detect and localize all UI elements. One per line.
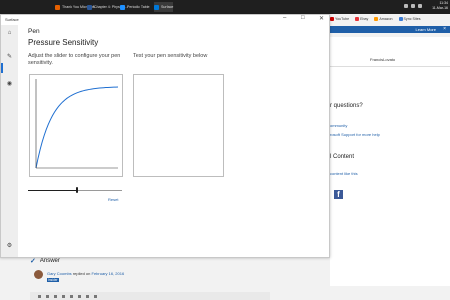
learn-more-banner: Learn More × [330,26,450,33]
app-icon [154,4,159,10]
divider [330,66,450,67]
bookmark-icon [398,17,403,22]
avatar[interactable] [34,270,43,279]
community-link[interactable]: ommunity [330,123,347,128]
bookmark-icon [355,17,360,22]
pen-icon[interactable]: ✎ [6,54,13,61]
bookmark-item[interactable]: Sync Sites [398,17,421,22]
bookmark-item[interactable]: Ebay [355,17,369,22]
minimize-button[interactable]: – [283,15,286,21]
system-tray-icons[interactable] [404,4,422,8]
status-badge: Insider [47,278,59,282]
formatting-toolbar[interactable] [30,292,270,300]
pressure-slider[interactable] [28,187,122,193]
close-button[interactable]: ✕ [319,15,324,22]
bookmark-icon [374,17,379,22]
taskbar: Thank You Microsoft... Chapter 4: Physica… [0,0,450,14]
support-link[interactable]: rosoft Support for more help [330,132,380,137]
bookmark-item[interactable]: Amazon [374,17,393,22]
taskbar-app-label: Surface [161,5,174,9]
bookmarks-bar: YouTube Ebay Amazon Sync Sites [330,17,421,22]
replied-text: replied on [72,271,91,276]
pen-test-area[interactable] [133,74,224,177]
system-clock[interactable]: 11:34 11-Mar-16 [432,1,448,11]
bookmark-label: Amazon [379,17,393,21]
section-title: Pressure Sensitivity [28,38,99,47]
clock-date: 11-Mar-16 [432,6,448,10]
slider-thumb[interactable] [75,187,79,193]
reply-date-link[interactable]: February 16, 2016 [92,271,125,276]
page-sidebar-panel [330,37,450,286]
taskbar-app[interactable]: Periodic Table [120,2,150,12]
bookmark-label: Sync Sites [403,17,421,21]
bookmark-icon [330,17,334,22]
close-icon[interactable]: × [443,26,446,32]
learn-more-button[interactable]: Learn More [416,27,436,32]
bookmark-label: Ebay [360,17,369,21]
taskbar-app[interactable]: Surface [154,2,174,12]
similar-content-link[interactable]: content like this [330,171,358,176]
taskbar-app-label: Periodic Table [127,5,150,9]
nav-active-indicator [1,63,3,73]
bookmark-label: YouTube [335,17,350,21]
check-icon: ✓ [30,258,36,265]
settings-icon[interactable]: ⚙ [6,243,13,250]
maximize-button[interactable]: □ [301,15,305,21]
app-icon [55,4,60,10]
touch-icon[interactable]: ◉ [6,81,13,88]
test-instruction: Test your pen sensitivity below [133,53,208,59]
surface-app-window: Surface – □ ✕ ⌂ ✎ ◉ ⚙ Pen Pressure Sensi… [0,14,330,258]
answer-heading: Answer [39,258,60,264]
user-name[interactable]: FrancisLovato [370,57,395,62]
pressure-curve-preview [29,74,123,177]
slider-fill [28,189,77,191]
app-icon [120,4,125,10]
page-title: Pen [28,28,40,35]
home-icon[interactable]: ⌂ [6,30,13,37]
author-link[interactable]: Gary Coombs [47,271,72,276]
content-heading: l Content [330,154,355,160]
reply-line: Gary Coombs replied on February 16, 2016 [47,271,124,276]
app-icon [87,4,92,10]
facebook-icon[interactable]: f [334,190,343,199]
answer-heading-row: ✓ Answer [30,257,60,265]
reset-link[interactable]: Reset [108,197,118,202]
questions-heading: r questions? [330,103,363,109]
bookmark-item[interactable]: YouTube [330,17,350,22]
pressure-curve [35,79,119,169]
slider-instruction: Adjust the slider to configure your pen … [28,53,121,66]
app-nav-rail: ⌂ ✎ ◉ ⚙ [1,25,18,257]
window-title: Surface [5,17,19,22]
